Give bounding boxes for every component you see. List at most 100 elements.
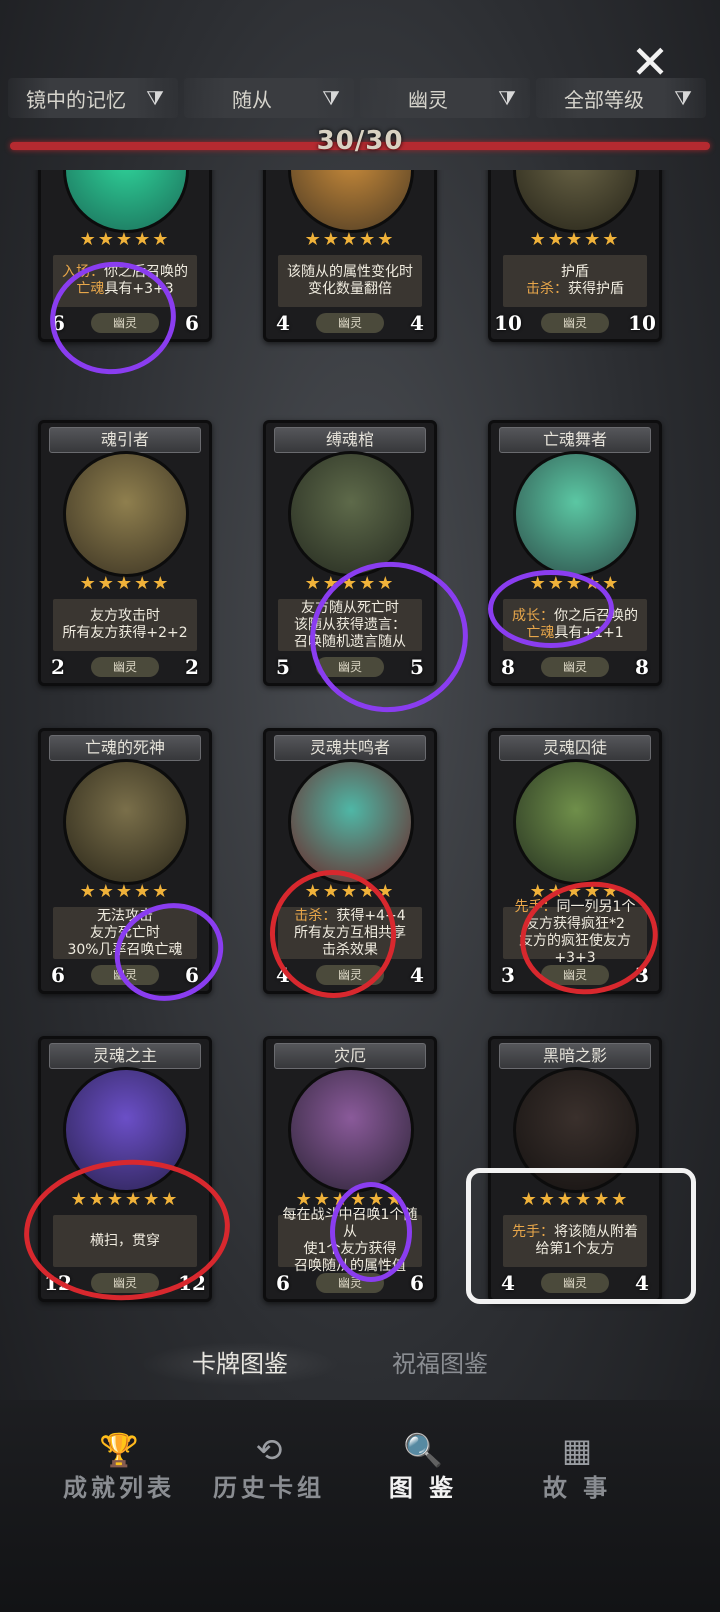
description-line: 友方死亡时 bbox=[53, 925, 197, 942]
card-portrait bbox=[288, 759, 414, 885]
description-text: 友方获得疯狂*2 bbox=[525, 916, 625, 932]
nav-achievements[interactable]: 🏆 成就列表 bbox=[44, 1430, 194, 1520]
filter-level-label: 全部等级 bbox=[564, 87, 644, 112]
filter-set-label: 镜中的记忆 bbox=[26, 87, 126, 112]
card-description: 无法攻击 友方死亡时 30%几率召唤亡魂 bbox=[53, 907, 197, 959]
description-line: 击杀效果 bbox=[278, 942, 422, 959]
card[interactable]: 亡魂的死神 ★★★★★ 无法攻击 友方死亡时 30%几率召唤亡魂 6 幽灵 6 bbox=[38, 728, 212, 994]
card[interactable]: 灵魂之主 ★★★★★★ 横扫，贯穿 12 幽灵 12 bbox=[38, 1036, 212, 1302]
keyword: 先手： bbox=[512, 1224, 554, 1240]
health-value: 8 bbox=[627, 651, 657, 683]
card-stars: ★★★★★ bbox=[304, 573, 396, 594]
description-text: 你之后召唤的 bbox=[104, 264, 188, 280]
card-name: 灾厄 bbox=[274, 1043, 426, 1069]
health-value: 2 bbox=[177, 651, 207, 683]
bottom-nav: 🏆 成就列表 ⟲ 历史卡组 🔍 图 鉴 ▦ 故 事 bbox=[0, 1400, 720, 1612]
tribe-badge: 幽灵 bbox=[91, 657, 159, 677]
attack-value: 10 bbox=[493, 307, 523, 339]
health-value: 6 bbox=[177, 307, 207, 339]
filter-set[interactable]: 镜中的记忆 ⧩ bbox=[8, 78, 178, 118]
card[interactable]: 亡魂舞者 ★★★★★ 成长：你之后召唤的 亡魂具有+1+1 8 幽灵 8 bbox=[488, 420, 662, 686]
filter-icon: ⧩ bbox=[146, 86, 164, 110]
description-text: 所有友方获得+2+2 bbox=[62, 625, 188, 641]
description-text: 获得+4+4 bbox=[336, 907, 406, 924]
filter-type-label: 随从 bbox=[232, 87, 272, 112]
description-line: 入场：你之后召唤的 bbox=[53, 264, 197, 281]
card-stars: ★★★★★ bbox=[79, 881, 171, 902]
description-text: 具有+1+1 bbox=[554, 625, 624, 641]
nav-history-decks-label: 历史卡组 bbox=[213, 1474, 325, 1502]
book-icon: ▦ bbox=[561, 1431, 593, 1469]
attack-value: 6 bbox=[268, 1267, 298, 1299]
card-portrait bbox=[513, 451, 639, 577]
card-portrait bbox=[513, 170, 639, 233]
card-stars: ★★★★★ bbox=[529, 573, 621, 594]
tribe-badge: 幽灵 bbox=[541, 1273, 609, 1293]
card-description: 入场：你之后召唤的 亡魂具有+3+3 bbox=[53, 255, 197, 307]
health-value: 6 bbox=[402, 1267, 432, 1299]
card-description: 该随从的属性变化时 变化数量翻倍 bbox=[278, 255, 422, 307]
attack-value: 6 bbox=[43, 307, 73, 339]
tribe-badge: 幽灵 bbox=[316, 313, 384, 333]
card-stars: ★★★★★★ bbox=[70, 1189, 180, 1210]
tribe-badge: 幽灵 bbox=[91, 313, 159, 333]
card-description: 横扫，贯穿 bbox=[53, 1215, 197, 1267]
keyword: 亡魂 bbox=[76, 281, 105, 297]
card-stars: ★★★★★ bbox=[79, 229, 171, 250]
attack-value: 4 bbox=[268, 959, 298, 991]
card[interactable]: ★★★★★ 入场：你之后召唤的 亡魂具有+3+3 6 幽灵 6 bbox=[38, 170, 212, 342]
collection-subtabs: 卡牌图鉴 祝福图鉴 bbox=[0, 1330, 720, 1400]
description-line: 护盾 bbox=[503, 264, 647, 281]
filter-tribe[interactable]: 幽灵 ⧩ bbox=[360, 78, 530, 118]
description-line: 亡魂具有+3+3 bbox=[53, 281, 197, 298]
description-text: 你之后召唤的 bbox=[554, 608, 638, 624]
health-value: 3 bbox=[627, 959, 657, 991]
description-text: 30%几率召唤亡魂 bbox=[67, 941, 183, 958]
card-description: 友方随从死亡时 该随从获得遗言： 召唤随机遗言随从 bbox=[278, 599, 422, 651]
keyword: 成长： bbox=[512, 608, 554, 624]
filter-level[interactable]: 全部等级 ⧩ bbox=[536, 78, 706, 118]
description-text: 击杀效果 bbox=[322, 941, 378, 958]
card-portrait bbox=[63, 170, 189, 233]
attack-value: 2 bbox=[43, 651, 73, 683]
description-line: 友方获得疯狂*2 bbox=[503, 916, 647, 933]
card[interactable]: 魂引者 ★★★★★ 友方攻击时 所有友方获得+2+2 2 幽灵 2 bbox=[38, 420, 212, 686]
nav-achievements-label: 成就列表 bbox=[63, 1474, 175, 1502]
card[interactable]: ★★★★★ 该随从的属性变化时 变化数量翻倍 4 幽灵 4 bbox=[263, 170, 437, 342]
description-text: 召唤随机遗言随从 bbox=[294, 633, 406, 650]
card-portrait bbox=[63, 1067, 189, 1193]
card-name: 亡魂的死神 bbox=[49, 735, 201, 761]
health-value: 12 bbox=[177, 1267, 207, 1299]
card-description: 护盾 击杀：获得护盾 bbox=[503, 255, 647, 307]
filter-icon: ⧩ bbox=[498, 86, 516, 110]
card-description: 成长：你之后召唤的 亡魂具有+1+1 bbox=[503, 599, 647, 651]
nav-story[interactable]: ▦ 故 事 bbox=[502, 1430, 652, 1520]
tribe-badge: 幽灵 bbox=[316, 657, 384, 677]
description-line: 友方的疯狂使友方+3+3 bbox=[503, 933, 647, 967]
description-text: 给第1个友方 bbox=[535, 1241, 615, 1257]
filter-type[interactable]: 随从 ⧩ bbox=[184, 78, 354, 118]
card[interactable]: 灾厄 ★★★★★★ 每在战斗中召唤1个随从 使1个友方获得 召唤随从的属性值 6 幽灵 6 bbox=[263, 1036, 437, 1302]
card[interactable]: 黑暗之影 ★★★★★★ 先手：将该随从附着 给第1个友方 4 幽灵 4 bbox=[488, 1036, 662, 1302]
filter-bar: 镜中的记忆 ⧩ 随从 ⧩ 幽灵 ⧩ 全部等级 ⧩ bbox=[8, 78, 712, 118]
card[interactable]: 灵魂共鸣者 ★★★★★ 击杀：获得+4+4 所有友方互相共享 击杀效果 4 幽灵 4 bbox=[263, 728, 437, 994]
tab-card-collection[interactable]: 卡牌图鉴 bbox=[140, 1342, 340, 1386]
description-line: 友方攻击时 bbox=[53, 608, 197, 625]
nav-collection[interactable]: 🔍 图 鉴 bbox=[348, 1430, 498, 1520]
description-text: 友方死亡时 bbox=[90, 924, 160, 941]
keyword: 亡魂 bbox=[526, 625, 555, 641]
description-line: 使1个友方获得 bbox=[278, 1241, 422, 1258]
nav-collection-label: 图 鉴 bbox=[388, 1474, 458, 1502]
card[interactable]: 灵魂囚徒 ★★★★★ 先手：同一列另1个 友方获得疯狂*2 友方的疯狂使友方+3+3 3 幽… bbox=[488, 728, 662, 994]
card-name: 黑暗之影 bbox=[499, 1043, 651, 1069]
description-text: 友方攻击时 bbox=[90, 608, 160, 624]
card[interactable]: 缚魂棺 ★★★★★ 友方随从死亡时 该随从获得遗言： 召唤随机遗言随从 5 幽灵 5 bbox=[263, 420, 437, 686]
nav-history-decks[interactable]: ⟲ 历史卡组 bbox=[194, 1430, 344, 1520]
card[interactable]: ★★★★★ 护盾 击杀：获得护盾 10 幽灵 10 bbox=[488, 170, 662, 342]
description-line: 横扫，贯穿 bbox=[53, 1233, 197, 1250]
health-value: 5 bbox=[402, 651, 432, 683]
attack-value: 6 bbox=[43, 959, 73, 991]
tab-blessing-collection[interactable]: 祝福图鉴 bbox=[340, 1342, 540, 1386]
trophy-icon: 🏆 bbox=[99, 1431, 139, 1469]
description-line: 所有友方获得+2+2 bbox=[53, 625, 197, 642]
